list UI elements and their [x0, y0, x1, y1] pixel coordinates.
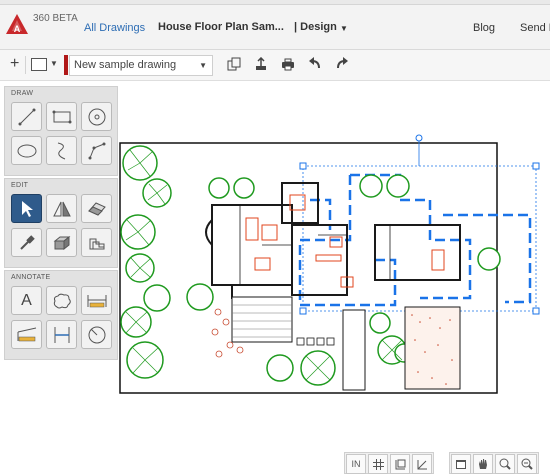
patio-slab [231, 296, 293, 343]
redo-icon[interactable] [334, 56, 350, 72]
snap-in-button[interactable]: IN [346, 454, 366, 474]
autocad-logo-icon[interactable]: A [5, 13, 29, 35]
mode-dropdown[interactable]: | Design [294, 21, 337, 33]
drafting-settings-bar: IN [344, 452, 434, 474]
layer-icon[interactable] [31, 58, 47, 71]
navigation-bar [449, 452, 539, 474]
ortho-icon[interactable] [390, 454, 410, 474]
zoom-extents-icon[interactable] [517, 454, 537, 474]
main-toolbar: + ▼ New sample drawing ▼ [0, 50, 550, 81]
layer-select[interactable]: New sample drawing ▼ [69, 55, 213, 76]
walkway [342, 309, 366, 391]
polar-icon[interactable] [412, 454, 432, 474]
selection-grip[interactable] [299, 307, 307, 315]
print-icon[interactable] [280, 56, 296, 72]
all-drawings-link[interactable]: All Drawings [84, 22, 145, 34]
svg-text:A: A [14, 24, 21, 34]
copy-icon[interactable] [226, 56, 242, 72]
layer-color-swatch[interactable] [64, 55, 68, 75]
selection-grip[interactable] [299, 162, 307, 170]
layout-icon[interactable] [451, 454, 471, 474]
chevron-down-icon[interactable]: ▼ [340, 24, 348, 33]
zoom-window-icon[interactable] [495, 454, 515, 474]
drawing-title[interactable]: House Floor Plan Sam... [158, 21, 284, 33]
pan-icon[interactable] [473, 454, 493, 474]
chevron-down-icon[interactable]: ▼ [50, 59, 58, 68]
rotation-handle[interactable] [415, 134, 423, 142]
driveway [404, 306, 461, 390]
drawing-canvas[interactable] [0, 81, 550, 475]
selection-grip[interactable] [532, 162, 540, 170]
chevron-down-icon: ▼ [199, 61, 207, 70]
blog-link[interactable]: Blog [473, 22, 495, 34]
plus-icon[interactable]: + [10, 55, 19, 73]
grid-icon[interactable] [368, 454, 388, 474]
product-label: 360 BETA [33, 13, 78, 24]
selection-grip[interactable] [532, 307, 540, 315]
layer-select-value: New sample drawing [74, 59, 177, 71]
send-feedback-link[interactable]: Send F [520, 22, 550, 34]
app-header: A 360 BETA All Drawings House Floor Plan… [0, 5, 550, 50]
export-icon[interactable] [253, 56, 269, 72]
undo-icon[interactable] [307, 56, 323, 72]
toolbar-divider [25, 56, 26, 74]
